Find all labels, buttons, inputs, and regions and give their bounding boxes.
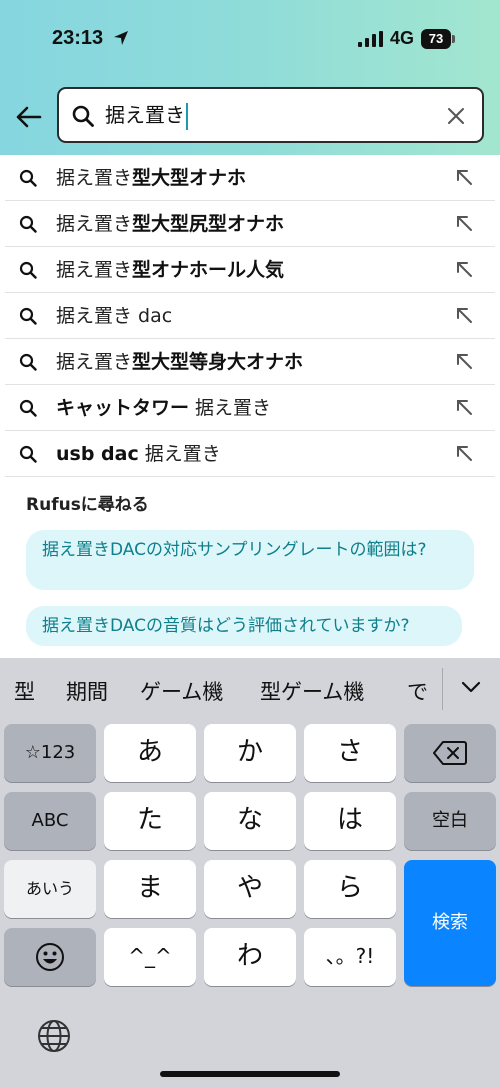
- rufus-question-chip[interactable]: 据え置きDACの対応サンプリングレートの範囲は?: [26, 530, 474, 590]
- candidate-item[interactable]: ゲーム機: [140, 676, 223, 706]
- suggestion-item[interactable]: usb dac 据え置き: [5, 431, 495, 477]
- rufus-heading: Rufusに尋ねる: [26, 495, 149, 515]
- fill-query-arrow-icon[interactable]: [455, 214, 473, 232]
- key-delete[interactable]: [404, 724, 496, 782]
- key-ra[interactable]: ら: [304, 860, 396, 918]
- suggestion-item[interactable]: 据え置き型オナホール人気: [5, 247, 495, 293]
- key-ma[interactable]: ま: [104, 860, 196, 918]
- battery-icon: 73: [421, 29, 455, 49]
- search-icon: [19, 261, 37, 279]
- key-ha[interactable]: は: [304, 792, 396, 850]
- key-punctuation[interactable]: 、。?!: [304, 928, 396, 986]
- key-emoticon[interactable]: ^_^: [104, 928, 196, 986]
- fill-query-arrow-icon[interactable]: [455, 398, 473, 416]
- key-abc[interactable]: ABC: [4, 792, 96, 850]
- suggestion-item[interactable]: 据え置き型大型等身大オナホ: [5, 339, 495, 385]
- suggestion-text: 据え置き型大型等身大オナホ: [56, 351, 304, 373]
- delete-backward-icon: [433, 741, 467, 765]
- suggestion-text: キャットタワー 据え置き: [56, 397, 272, 419]
- candidate-item[interactable]: で: [407, 676, 428, 706]
- key-a[interactable]: あ: [104, 724, 196, 782]
- suggestion-list: 据え置き型大型オナホ 据え置き型大型尻型オナホ 据え置き型オナホール人気 据え置…: [0, 155, 500, 477]
- key-ya[interactable]: や: [204, 860, 296, 918]
- search-icon: [19, 215, 37, 233]
- suggestion-text: 据え置き dac: [56, 305, 173, 327]
- key-numbers[interactable]: ☆123: [4, 724, 96, 782]
- search-icon: [72, 105, 94, 127]
- chevron-down-icon[interactable]: [460, 676, 482, 698]
- key-sa[interactable]: さ: [304, 724, 396, 782]
- fill-query-arrow-icon[interactable]: [455, 306, 473, 324]
- suggestion-item[interactable]: 据え置き dac: [5, 293, 495, 339]
- key-ta[interactable]: た: [104, 792, 196, 850]
- key-wa[interactable]: わ: [204, 928, 296, 986]
- fill-query-arrow-icon[interactable]: [455, 352, 473, 370]
- search-icon: [19, 445, 37, 463]
- text-cursor: [186, 103, 188, 130]
- key-na[interactable]: な: [204, 792, 296, 850]
- fill-query-arrow-icon[interactable]: [455, 444, 473, 462]
- key-space[interactable]: 空白: [404, 792, 496, 850]
- key-emoji[interactable]: [4, 928, 96, 986]
- key-ka[interactable]: か: [204, 724, 296, 782]
- search-query-text: 据え置き: [105, 103, 185, 127]
- search-input[interactable]: 据え置き: [57, 87, 484, 143]
- candidate-divider: [442, 668, 443, 710]
- search-button[interactable]: 検索: [404, 860, 496, 986]
- candidate-item[interactable]: 型: [14, 676, 35, 706]
- search-icon: [19, 399, 37, 417]
- suggestion-text: 据え置き型オナホール人気: [56, 259, 285, 281]
- candidate-bar: 型 期間 ゲーム機 型ゲーム機 で: [0, 658, 500, 718]
- rufus-question-chip[interactable]: 据え置きDACの音質はどう評価されていますか?: [26, 606, 462, 646]
- battery-level: 73: [421, 29, 451, 49]
- globe-icon[interactable]: [36, 1018, 72, 1054]
- suggestion-text: usb dac 据え置き: [56, 443, 221, 465]
- search-icon: [19, 169, 37, 187]
- suggestion-text: 据え置き型大型尻型オナホ: [56, 213, 285, 235]
- emoji-icon: [36, 943, 64, 971]
- key-kana[interactable]: あいう: [4, 860, 96, 918]
- search-icon: [19, 307, 37, 325]
- clear-icon[interactable]: [446, 106, 466, 126]
- fill-query-arrow-icon[interactable]: [455, 168, 473, 186]
- suggestion-item[interactable]: 据え置き型大型尻型オナホ: [5, 201, 495, 247]
- fill-query-arrow-icon[interactable]: [455, 260, 473, 278]
- signal-icon: [358, 31, 383, 47]
- search-query[interactable]: 据え置き: [105, 102, 188, 130]
- status-bar: 23:13 4G 73: [0, 0, 500, 80]
- candidate-item[interactable]: 期間: [66, 676, 108, 706]
- location-arrow-icon: [114, 31, 128, 45]
- suggestion-item[interactable]: 据え置き型大型オナホ: [5, 155, 495, 201]
- home-indicator[interactable]: [160, 1071, 340, 1077]
- status-time: 23:13: [52, 27, 104, 49]
- suggestion-text: 据え置き型大型オナホ: [56, 167, 247, 189]
- suggestion-item[interactable]: キャットタワー 据え置き: [5, 385, 495, 431]
- header: 23:13 4G 73 据え置き: [0, 0, 500, 155]
- candidate-item[interactable]: 型ゲーム機: [260, 676, 364, 706]
- network-type: 4G: [390, 28, 415, 48]
- search-icon: [19, 353, 37, 371]
- back-arrow-icon[interactable]: [12, 100, 46, 134]
